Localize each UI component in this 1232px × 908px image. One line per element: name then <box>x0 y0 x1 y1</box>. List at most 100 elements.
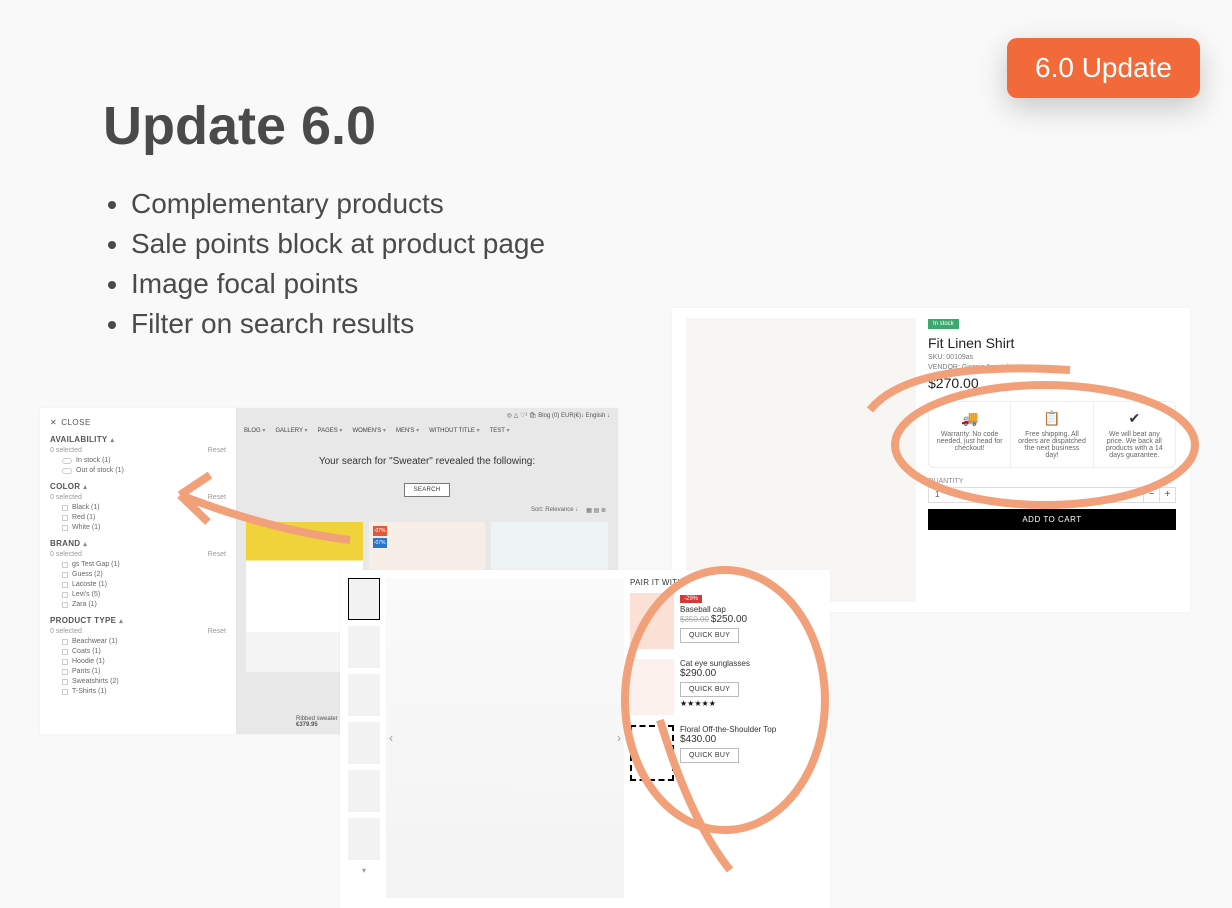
filter-option[interactable]: Lacoste (1) <box>50 581 226 588</box>
nav-item: BLOG <box>244 427 265 434</box>
bullet: Filter on search results <box>131 308 545 340</box>
product-price: $270.00 <box>928 375 1176 391</box>
thumbnail[interactable] <box>348 626 380 668</box>
reset-link[interactable]: Reset <box>208 551 226 558</box>
selected-count: 0 selected <box>50 628 82 635</box>
reset-link[interactable]: Reset <box>208 494 226 501</box>
bullet: Complementary products <box>131 188 545 220</box>
quick-buy-button[interactable]: QUICK BUY <box>680 682 739 697</box>
pair-item: -29% Baseball cap $350.00$250.00 QUICK B… <box>630 593 822 649</box>
pair-price: $290.00 <box>680 668 716 679</box>
next-image-icon[interactable]: › <box>612 731 626 745</box>
pair-name: Cat eye sunglasses <box>680 659 750 668</box>
filter-option[interactable]: Coats (1) <box>50 648 226 655</box>
filter-option[interactable]: Sweatshirts (2) <box>50 678 226 685</box>
filter-option[interactable]: Zara (1) <box>50 601 226 608</box>
close-filters[interactable]: ✕CLOSE <box>50 418 226 427</box>
filter-option[interactable]: Levi's (5) <box>50 591 226 598</box>
calendar-icon: 📋 <box>1017 410 1086 427</box>
star-rating: ★★★★★ <box>680 699 750 708</box>
thumbnail[interactable] <box>348 578 380 620</box>
quantity-input[interactable]: 1 <box>928 487 1144 503</box>
bullet: Image focal points <box>131 268 545 300</box>
pair-item: Cat eye sunglasses $290.00 QUICK BUY ★★★… <box>630 659 822 715</box>
filter-option[interactable]: Beachwear (1) <box>50 638 226 645</box>
product-name: Fit Linen Shirt <box>928 335 1176 351</box>
product-page-screenshot: In stock Fit Linen Shirt SKU: 00109as VE… <box>672 308 1190 612</box>
thumb-scroll-down-icon[interactable]: ▾ <box>348 866 380 875</box>
nav-item: TEST <box>490 427 510 434</box>
slide-title: Update 6.0 <box>103 95 376 157</box>
filter-panel: ✕CLOSE AVAILABILITY▴ 0 selected Reset In … <box>40 408 236 734</box>
filter-option[interactable]: White (1) <box>50 524 226 531</box>
filter-option[interactable]: Red (1) <box>50 514 226 521</box>
sale-point-text: Warranty. No code needed, just head for … <box>937 431 1003 452</box>
nav-item: WITHOUT TITLE <box>429 427 479 434</box>
pair-heading: PAIR IT WITH <box>630 578 822 587</box>
product-photo <box>686 318 916 602</box>
filter-option[interactable]: Out of stock (1) <box>50 467 226 474</box>
sale-point-text: Free shipping. All orders are dispatched… <box>1018 431 1086 459</box>
quick-buy-button[interactable]: QUICK BUY <box>680 748 739 763</box>
thumbnail[interactable] <box>348 770 380 812</box>
old-price: $350.00 <box>680 615 709 624</box>
quick-buy-button[interactable]: QUICK BUY <box>680 628 739 643</box>
nav-item: MEN'S <box>396 427 419 434</box>
sku: SKU: 00109as <box>928 354 1176 361</box>
selected-count: 0 selected <box>50 447 82 454</box>
nav-item: WOMEN'S <box>352 427 386 434</box>
sort-control[interactable]: Sort: Relevance ↓▦ ▤ ≣ <box>236 507 618 514</box>
filter-option[interactable]: Guess (2) <box>50 571 226 578</box>
thumbnail[interactable] <box>348 722 380 764</box>
pair-image[interactable] <box>630 659 674 715</box>
discount-label: -07% <box>373 526 387 536</box>
vendor: VENDOR: Giorgio Armani <box>928 364 1176 371</box>
qty-plus[interactable]: + <box>1160 487 1176 503</box>
filter-head-color[interactable]: COLOR▴ <box>50 482 226 491</box>
prev-image-icon[interactable]: ‹ <box>384 731 398 745</box>
selected-count: 0 selected <box>50 551 82 558</box>
filter-option[interactable]: Black (1) <box>50 504 226 511</box>
stock-badge: In stock <box>928 319 959 329</box>
close-icon: ✕ <box>50 418 57 427</box>
thumbnail-strip: ▾ <box>348 578 380 900</box>
quantity-label: QUANTITY <box>928 478 1176 485</box>
pair-price: $430.00 <box>680 734 716 745</box>
filter-head-type[interactable]: PRODUCT TYPE▴ <box>50 616 226 625</box>
add-to-cart-button[interactable]: ADD TO CART <box>928 509 1176 530</box>
check-icon: ✔ <box>1100 410 1169 427</box>
pair-name: Baseball cap <box>680 605 726 614</box>
filter-option[interactable]: Pants (1) <box>50 668 226 675</box>
search-message: Your search for "Sweater" revealed the f… <box>236 456 618 467</box>
filter-option[interactable]: In stock (1) <box>50 457 226 464</box>
header-icons: ◎ △ ♡¹ 🛍 Blog (0) EUR(€)↓ English ↓ <box>236 408 618 422</box>
nav-item: PAGES <box>318 427 343 434</box>
qty-minus[interactable]: − <box>1144 487 1160 503</box>
sale-points-block: 🚚 Warranty. No code needed, just head for… <box>928 401 1176 468</box>
filter-head-availability[interactable]: AVAILABILITY▴ <box>50 435 226 444</box>
discount-badge: -29% <box>680 595 702 603</box>
filter-option[interactable]: Hoodie (1) <box>50 658 226 665</box>
bullet: Sale points block at product page <box>131 228 545 260</box>
card-price: €379.95 <box>296 722 338 728</box>
thumbnail[interactable] <box>348 674 380 716</box>
thumbnail[interactable] <box>348 818 380 860</box>
pair-price: $250.00 <box>711 614 747 625</box>
filter-option[interactable]: gs Test Gap (1) <box>50 561 226 568</box>
pair-image[interactable] <box>630 593 674 649</box>
tag-label: -07% <box>373 538 387 548</box>
selected-count: 0 selected <box>50 494 82 501</box>
main-product-image: ‹ › <box>386 578 624 898</box>
reset-link[interactable]: Reset <box>208 628 226 635</box>
complementary-screenshot: ▾ ‹ › PAIR IT WITH -29% Baseball cap $35… <box>340 570 830 908</box>
nav-item: GALLERY <box>275 427 307 434</box>
sale-point-text: We will beat any price. We back all prod… <box>1106 431 1163 459</box>
search-button[interactable]: SEARCH <box>404 483 450 497</box>
update-badge: 6.0 Update <box>1007 38 1200 98</box>
reset-link[interactable]: Reset <box>208 447 226 454</box>
pair-image-focal[interactable] <box>630 725 674 781</box>
filter-head-brand[interactable]: BRAND▴ <box>50 539 226 548</box>
truck-icon: 🚚 <box>935 410 1004 427</box>
filter-option[interactable]: T-Shirts (1) <box>50 688 226 695</box>
pair-name: Floral Off-the-Shoulder Top <box>680 725 776 734</box>
